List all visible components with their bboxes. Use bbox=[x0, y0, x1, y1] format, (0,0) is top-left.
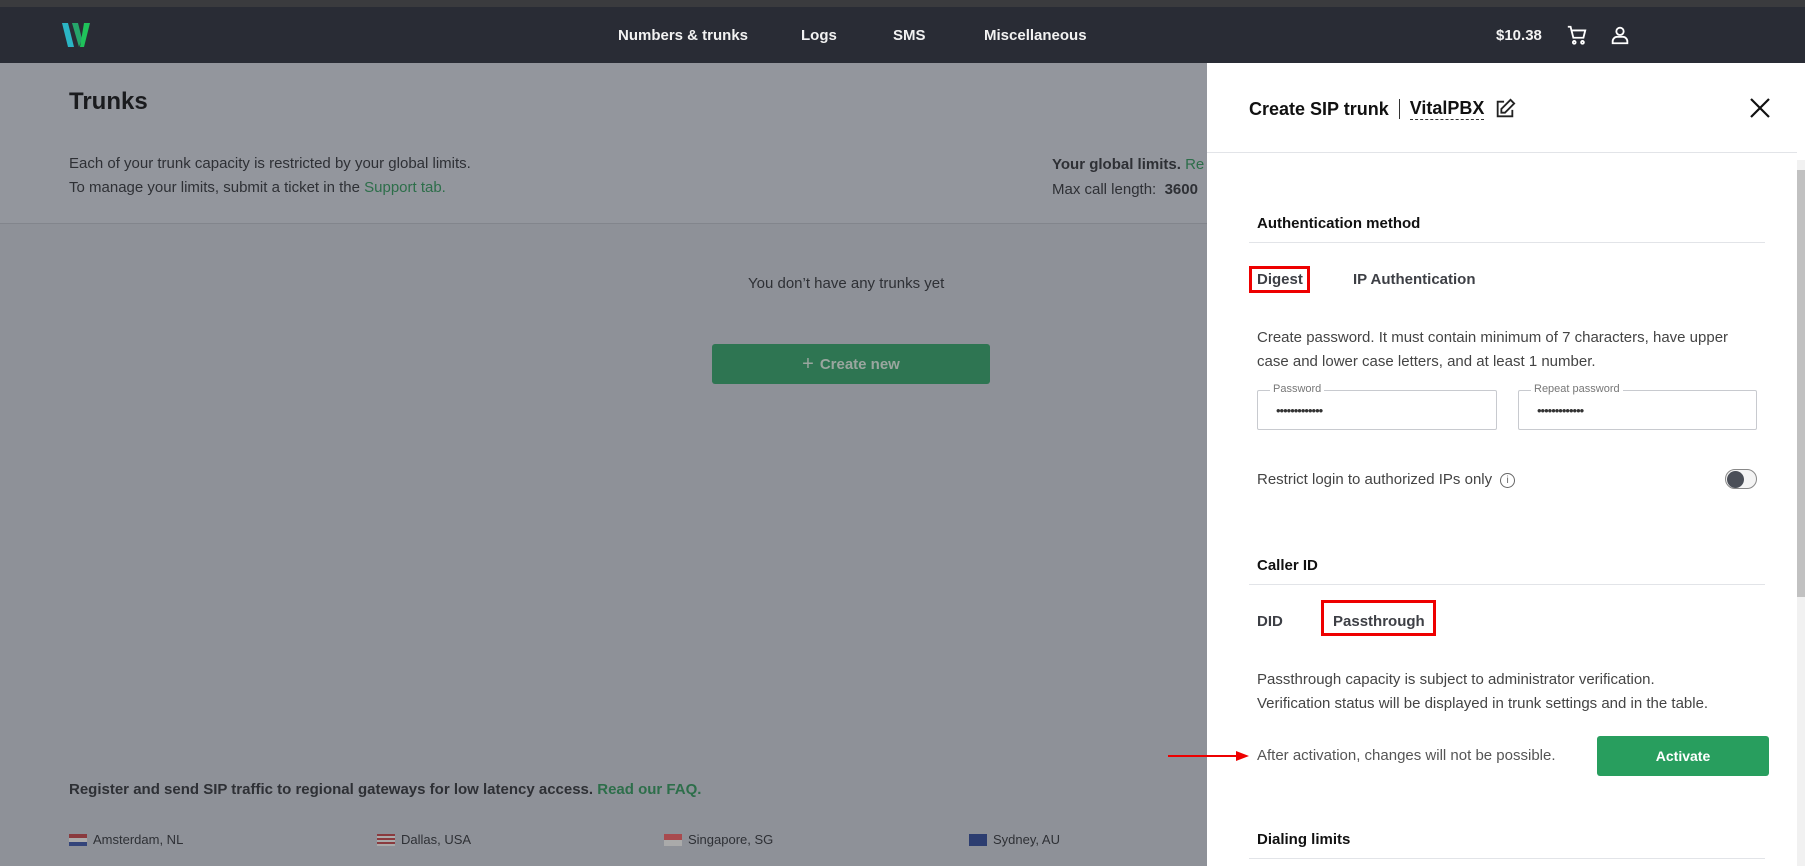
city-label: Dallas, USA bbox=[401, 832, 472, 847]
panel-header-divider bbox=[1207, 152, 1797, 153]
create-new-label: Create new bbox=[819, 355, 900, 373]
global-limits-link[interactable]: Re bbox=[1185, 156, 1204, 173]
tab-passthrough[interactable]: Passthrough bbox=[1333, 613, 1425, 630]
logo[interactable] bbox=[60, 19, 92, 51]
password-label: Password bbox=[1270, 383, 1325, 395]
create-new-button[interactable]: + Create new bbox=[712, 344, 990, 384]
restrict-login-toggle[interactable] bbox=[1725, 469, 1757, 489]
tab-did[interactable]: DID bbox=[1257, 613, 1283, 630]
user-icon[interactable] bbox=[1609, 24, 1631, 46]
global-limits-text: Your global limits. bbox=[1052, 156, 1181, 173]
city-label: Singapore, SG bbox=[688, 832, 774, 847]
edit-icon[interactable] bbox=[1494, 98, 1516, 120]
empty-state-text: You don’t have any trunks yet bbox=[748, 275, 945, 292]
city-label: Amsterdam, NL bbox=[93, 832, 184, 847]
plus-icon: + bbox=[802, 352, 814, 375]
info-icon[interactable]: i bbox=[1500, 472, 1516, 488]
city-dallas[interactable]: Dallas, USA bbox=[377, 832, 471, 847]
browser-chrome bbox=[0, 0, 1805, 7]
nav-miscellaneous[interactable]: Miscellaneous bbox=[984, 27, 1087, 44]
city-amsterdam[interactable]: Amsterdam, NL bbox=[69, 832, 183, 847]
limits-info: Each of your trunk capacity is restricte… bbox=[69, 155, 471, 172]
max-call-label: Max call length: bbox=[1052, 181, 1157, 198]
tab-digest[interactable]: Digest bbox=[1257, 271, 1303, 288]
scrollbar[interactable] bbox=[1797, 160, 1805, 866]
tab-ip-authentication[interactable]: IP Authentication bbox=[1353, 271, 1476, 288]
nav-logs[interactable]: Logs bbox=[801, 27, 837, 44]
repeat-password-label: Repeat password bbox=[1531, 383, 1623, 395]
faq-link[interactable]: Read our FAQ. bbox=[597, 781, 701, 798]
gateways-text: Register and send SIP traffic to regiona… bbox=[69, 781, 594, 798]
city-sydney[interactable]: Sydney, AU bbox=[969, 832, 1060, 847]
passthrough-note-1: Passthrough capacity is subject to admin… bbox=[1257, 671, 1655, 688]
caller-id-divider bbox=[1249, 584, 1765, 585]
balance[interactable]: $10.38 bbox=[1496, 27, 1542, 44]
password-requirements: Create password. It must contain minimum… bbox=[1257, 329, 1729, 370]
trunk-name[interactable]: VitalPBX bbox=[1409, 98, 1485, 120]
cart-icon[interactable] bbox=[1566, 24, 1588, 46]
dialing-limits-heading: Dialing limits bbox=[1257, 831, 1351, 848]
flag-sg-icon bbox=[664, 833, 682, 846]
page-title: Trunks bbox=[69, 88, 148, 115]
title-divider bbox=[1398, 99, 1400, 119]
caller-id-heading: Caller ID bbox=[1257, 557, 1318, 574]
support-tab-link[interactable]: Support tab. bbox=[364, 179, 446, 196]
auth-method-heading: Authentication method bbox=[1257, 215, 1421, 232]
restrict-login-label: Restrict login to authorized IPs only bbox=[1257, 471, 1493, 488]
city-label: Sydney, AU bbox=[993, 832, 1060, 847]
activation-warning: After activation, changes will not be po… bbox=[1257, 747, 1556, 764]
trunks-header-section bbox=[0, 63, 1207, 224]
toggle-knob bbox=[1726, 470, 1744, 488]
gateways-info: Register and send SIP traffic to regiona… bbox=[69, 781, 701, 798]
nav-sms[interactable]: SMS bbox=[893, 27, 926, 44]
dialing-limits-divider bbox=[1249, 858, 1765, 859]
red-arrow-annotation bbox=[1168, 751, 1249, 761]
repeat-password-field[interactable]: Repeat password ••••••••••••• bbox=[1518, 383, 1757, 430]
panel-header: Create SIP trunk VitalPBX bbox=[1249, 98, 1516, 120]
flag-au-icon bbox=[969, 833, 987, 846]
nav-numbers-trunks[interactable]: Numbers & trunks bbox=[618, 27, 748, 44]
scrollbar-thumb[interactable] bbox=[1797, 170, 1805, 597]
panel-title: Create SIP trunk bbox=[1249, 98, 1389, 119]
global-limits-label: Your global limits. Re bbox=[1052, 156, 1204, 173]
restrict-login-row: Restrict login to authorized IPs only i bbox=[1257, 468, 1516, 492]
limits-manage-info: To manage your limits, submit a ticket i… bbox=[69, 179, 446, 196]
password-field[interactable]: Password ••••••••••••• bbox=[1257, 383, 1497, 430]
city-singapore[interactable]: Singapore, SG bbox=[664, 832, 773, 847]
flag-us-icon bbox=[377, 833, 395, 846]
passthrough-note-2: Verification status will be displayed in… bbox=[1257, 695, 1709, 712]
manage-text: To manage your limits, submit a ticket i… bbox=[69, 179, 365, 196]
top-navbar: Numbers & trunks Logs SMS Miscellaneous … bbox=[0, 7, 1805, 63]
activate-button[interactable]: Activate bbox=[1597, 736, 1769, 776]
max-call-length: Max call length: 3600 bbox=[1052, 181, 1198, 198]
repeat-password-value: ••••••••••••• bbox=[1537, 403, 1584, 418]
flag-nl-icon bbox=[69, 833, 87, 846]
max-call-value: 3600 bbox=[1164, 181, 1198, 198]
password-value: ••••••••••••• bbox=[1276, 403, 1323, 418]
close-icon[interactable] bbox=[1749, 97, 1771, 119]
auth-divider bbox=[1249, 242, 1765, 243]
